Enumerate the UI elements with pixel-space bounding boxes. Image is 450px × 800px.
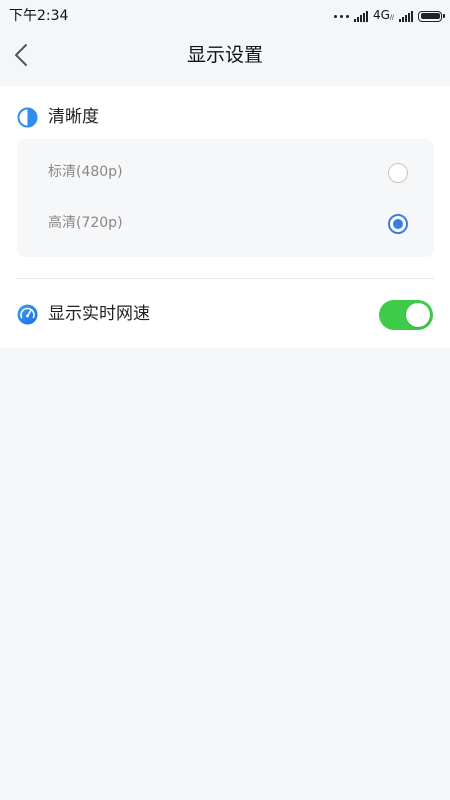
resolution-option-480p[interactable]: 标清(480p) (17, 151, 434, 195)
resolution-options: 标清(480p) 高清(720p) (17, 139, 434, 257)
network-speed-row: 显示实时网速 (17, 299, 434, 331)
resolution-option-720p[interactable]: 高清(720p) (17, 202, 434, 246)
more-notifications-icon (334, 14, 350, 18)
nav-bar: 显示设置 (0, 32, 450, 82)
radio-checked[interactable] (388, 214, 408, 234)
signal-strength-icon (354, 10, 369, 22)
toggle-knob (406, 303, 430, 327)
speedometer-icon-wrap (17, 304, 38, 329)
battery-icon (418, 10, 445, 22)
status-time: 下午2:34 (9, 8, 69, 24)
option-label: 标清(480p) (48, 164, 123, 180)
half-circle-icon (17, 107, 38, 127)
settings-card: 清晰度 标清(480p) 高清(720p) 显示实时网速 (0, 86, 450, 348)
signal-strength-icon-2 (399, 10, 413, 22)
speedometer-icon (17, 304, 38, 325)
network-speed-toggle[interactable] (379, 300, 433, 330)
network-type: 4G// (373, 7, 394, 22)
radio-unchecked[interactable] (388, 163, 408, 183)
resolution-title: 清晰度 (48, 107, 99, 127)
option-label: 高清(720p) (48, 215, 123, 231)
page-title: 显示设置 (186, 44, 263, 66)
status-bar: 下午2:34 4G// (0, 0, 450, 32)
status-indicators: 4G// (334, 6, 445, 26)
network-speed-label: 显示实时网速 (48, 304, 150, 324)
divider (17, 278, 434, 279)
resolution-section-header: 清晰度 (17, 106, 99, 128)
